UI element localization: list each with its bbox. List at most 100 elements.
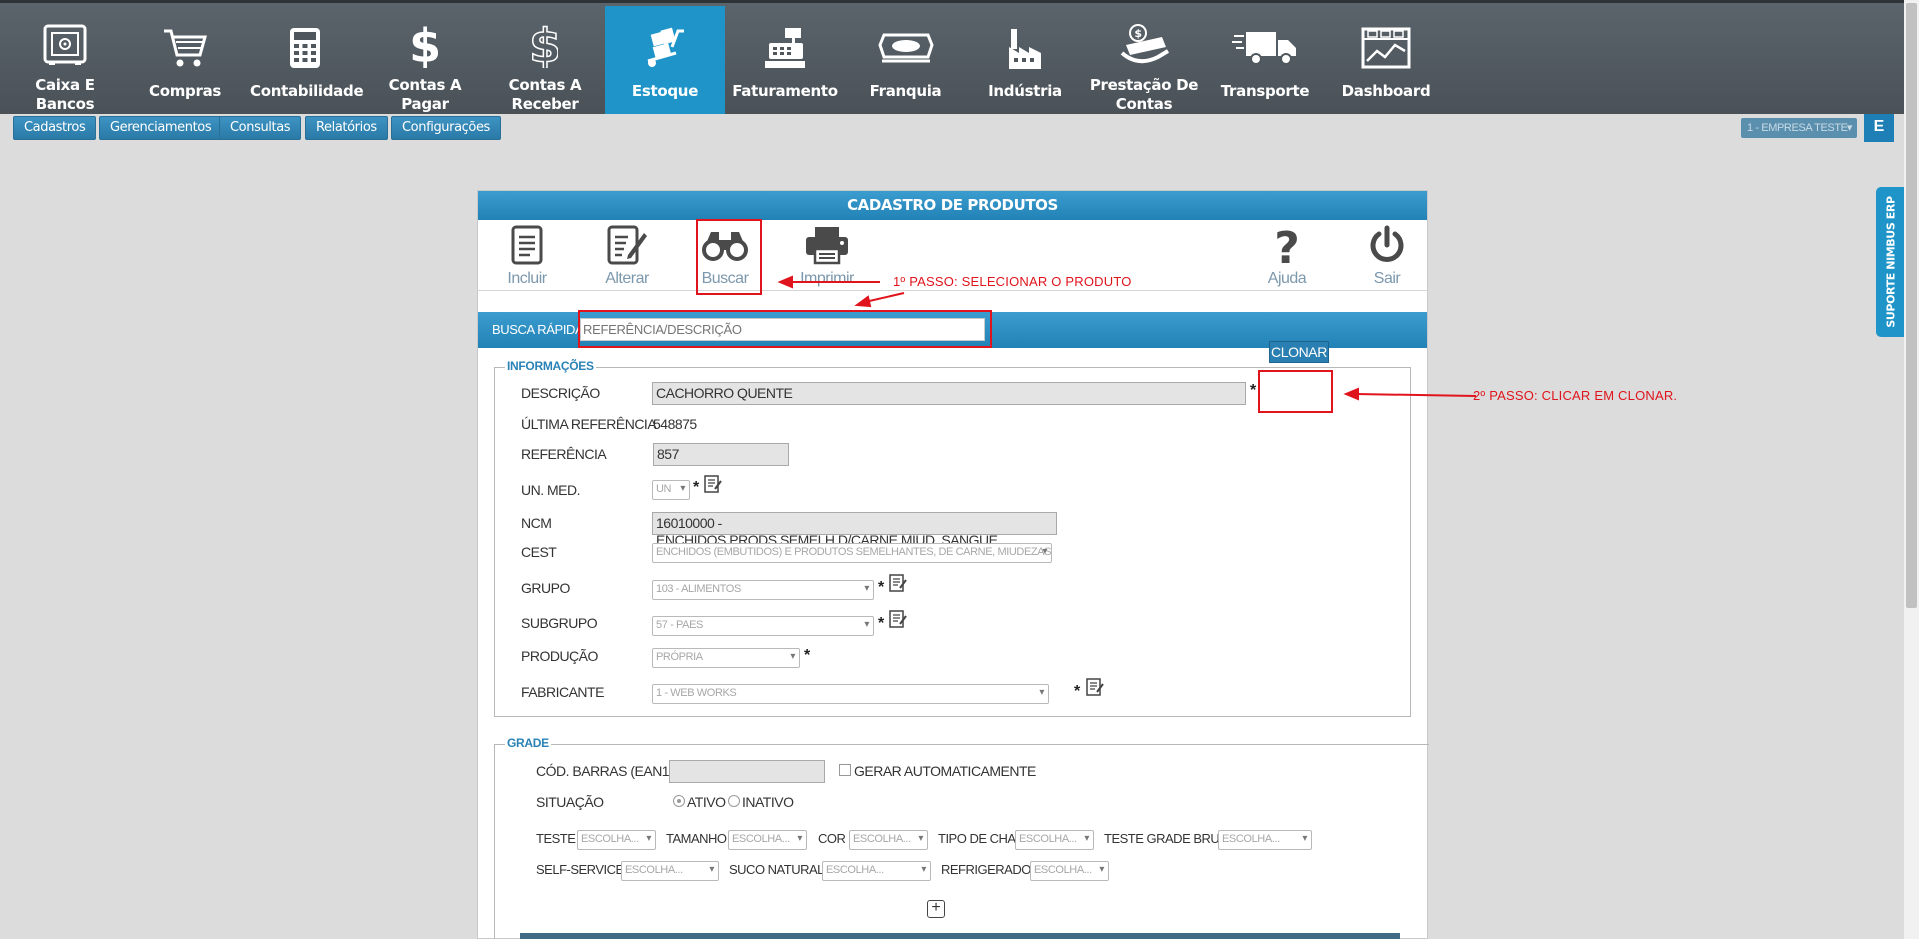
ajuda-button[interactable]: ? Ajuda — [1252, 222, 1322, 290]
barcode-field[interactable] — [669, 760, 825, 783]
nav-item-contas-a-pagar[interactable]: $ Contas A Pagar — [367, 6, 483, 114]
nav-item-industria[interactable]: Indústria — [970, 6, 1080, 114]
panel-title: CADASTRO DE PRODUTOS — [478, 191, 1427, 220]
unidade-medida-label: UN. MED. — [521, 482, 581, 498]
annotation-box-clonar — [1258, 370, 1333, 413]
nav-label: Indústria — [988, 82, 1062, 100]
annotation-step-1: 1º PASSO: SELECIONAR O PRODUTO — [893, 274, 1132, 289]
unidade-medida-select[interactable]: UN ▾ — [652, 480, 690, 500]
nav-item-compras[interactable]: Compras — [135, 6, 235, 114]
descricao-label: DESCRIÇÃO — [521, 385, 600, 401]
edit-list-icon[interactable] — [1086, 678, 1104, 696]
document-icon — [510, 222, 544, 268]
grupo-select[interactable]: 103 - ALIMENTOS ▾ — [652, 580, 874, 600]
nav-label: Transporte — [1220, 82, 1310, 100]
required-marker: * — [1074, 683, 1081, 700]
grupo-label: GRUPO — [521, 580, 570, 596]
nav-label: Compras — [148, 82, 222, 100]
attr-select[interactable]: ESCOLHA... ▾ — [1030, 861, 1109, 881]
chevron-down-icon: ▾ — [1084, 833, 1089, 844]
subnav-consultas[interactable]: Consultas — [219, 116, 302, 140]
subgrupo-select[interactable]: 57 - PAES ▾ — [652, 616, 874, 636]
chevron-down-icon: ▾ — [1042, 546, 1047, 557]
cart-icon — [162, 22, 208, 74]
subnav-gerenciamentos[interactable]: Gerenciamentos — [99, 116, 223, 140]
edit-document-icon — [606, 222, 648, 268]
fabricante-select[interactable]: 1 - WEB WORKS ▾ — [652, 684, 1049, 704]
referencia-field[interactable]: 857 — [653, 443, 789, 466]
svg-text:?: ? — [1274, 223, 1300, 267]
required-marker: * — [1250, 382, 1257, 399]
select-value: 57 - PAES — [656, 619, 703, 631]
sair-button[interactable]: Sair — [1352, 222, 1422, 290]
scrollbar-thumb[interactable] — [1906, 3, 1917, 608]
annotation-box-buscar — [696, 219, 762, 295]
nav-item-franquia[interactable]: Franquia — [848, 6, 963, 114]
attr-select[interactable]: ESCOLHA... ▾ — [728, 830, 807, 850]
imprimir-button[interactable]: Imprimir — [792, 222, 862, 290]
edit-list-icon[interactable] — [704, 475, 722, 493]
ultima-referencia-label: ÚLTIMA REFERÊNCIA — [521, 416, 657, 432]
chevron-down-icon: ▾ — [709, 864, 714, 875]
alterar-button[interactable]: Alterar — [592, 222, 662, 290]
nav-item-contabilidade[interactable]: Contabilidade — [250, 6, 364, 114]
hand-money-icon: $ — [1118, 22, 1170, 68]
attr-select[interactable]: ESCOLHA... ▾ — [577, 830, 656, 850]
attr-select[interactable]: ESCOLHA... ▾ — [849, 830, 928, 850]
factory-icon — [1007, 22, 1043, 74]
referencia-label: REFERÊNCIA — [521, 446, 607, 462]
clonar-button[interactable]: CLONAR — [1269, 341, 1329, 363]
edit-list-icon[interactable] — [889, 610, 907, 628]
chevron-down-icon: ▾ — [864, 619, 869, 630]
incluir-button[interactable]: Incluir — [492, 222, 562, 290]
select-value: 1 - WEB WORKS — [656, 687, 737, 699]
printer-icon — [804, 222, 850, 268]
dashboard-icon — [1361, 22, 1411, 74]
dollar-outline-icon: $ — [532, 22, 558, 68]
nav-item-prestacao-de-contas[interactable]: $ Prestação De Contas — [1089, 6, 1199, 114]
nav-item-caixa-e-bancos[interactable]: Caixa E Bancos — [4, 6, 126, 114]
nav-label: Dashboard — [1341, 82, 1431, 100]
ativo-radio[interactable] — [673, 795, 685, 807]
inativo-radio[interactable] — [728, 795, 740, 807]
nav-label: Franquia — [869, 82, 942, 100]
annotation-step-2: 2º PASSO: CLICAR EM CLONAR. — [1473, 388, 1678, 403]
chevron-down-icon: ▾ — [864, 583, 869, 594]
attr-label: COR — [818, 831, 846, 846]
product-form-panel: CADASTRO DE PRODUTOS Incluir Alterar Bus… — [477, 190, 1429, 939]
nav-item-dashboard[interactable]: Dashboard — [1331, 6, 1441, 114]
ncm-field[interactable]: 16010000 - ENCHIDOS,PRODS.SEMELH.D/CARNE… — [652, 512, 1057, 548]
ncm-label: NCM — [521, 515, 552, 531]
gerar-automaticamente-checkbox[interactable] — [839, 764, 851, 776]
cash-register-icon — [763, 22, 807, 74]
edit-list-icon[interactable] — [889, 574, 907, 592]
nav-item-contas-a-receber[interactable]: $ Contas A Receber — [485, 6, 605, 114]
select-value: ESCOLHA... — [853, 833, 911, 845]
add-row-button[interactable]: + — [927, 900, 945, 918]
required-marker: * — [804, 647, 811, 664]
nav-item-transporte[interactable]: Transporte — [1210, 6, 1320, 114]
info-legend: INFORMAÇÕES — [505, 359, 596, 373]
scrollbar[interactable] — [1904, 0, 1919, 939]
cest-select[interactable]: ENCHIDOS (EMBUTIDOS) E PRODUTOS SEMELHAN… — [652, 543, 1052, 563]
chevron-down-icon: ▾ — [646, 833, 651, 844]
attr-select[interactable]: ESCOLHA... ▾ — [621, 861, 719, 881]
descricao-field[interactable]: CACHORRO QUENTE — [652, 382, 1246, 405]
subnav-configuracoes[interactable]: Configurações — [391, 116, 501, 140]
e-button[interactable]: E — [1864, 114, 1894, 142]
svg-text:$: $ — [532, 22, 558, 68]
nav-item-estoque[interactable]: Estoque — [605, 6, 725, 114]
support-tab[interactable]: SUPORTE NIMBUS ERP — [1876, 187, 1906, 337]
attr-select[interactable]: ESCOLHA... ▾ — [1218, 830, 1312, 850]
grid-table-header — [520, 933, 1400, 939]
attr-select[interactable]: ESCOLHA... ▾ — [822, 861, 931, 881]
producao-select[interactable]: PRÓPRIA ▾ — [652, 648, 800, 668]
subnav-cadastros[interactable]: Cadastros — [13, 116, 97, 140]
subnav-relatorios[interactable]: Relatórios — [305, 116, 388, 140]
chevron-down-icon: ▾ — [1302, 833, 1307, 844]
attr-select[interactable]: ESCOLHA... ▾ — [1015, 830, 1094, 850]
nav-item-faturamento[interactable]: Faturamento — [732, 6, 838, 114]
company-select[interactable]: 1 - EMPRESA TESTE ▾ — [1741, 118, 1857, 138]
money-stack-icon — [877, 22, 934, 74]
required-marker: * — [878, 579, 885, 596]
